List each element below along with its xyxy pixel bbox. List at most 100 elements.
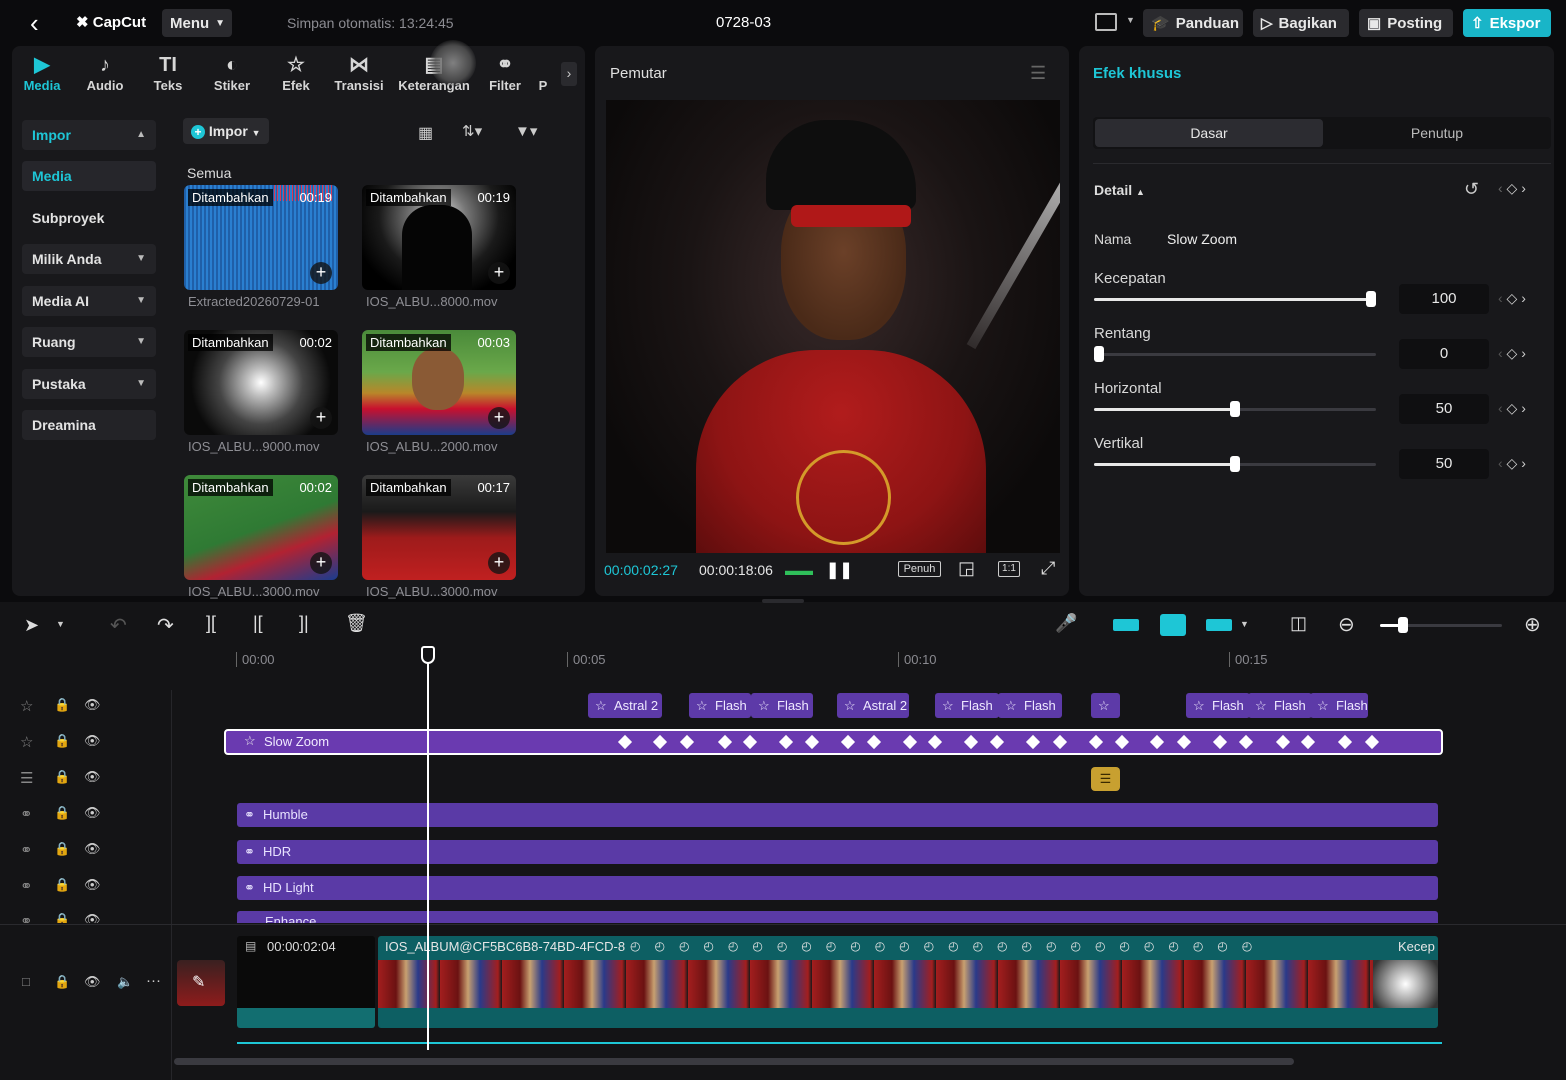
lock-icon[interactable]: 🔒: [54, 974, 70, 990]
filter-clip-enhance[interactable]: Enhance: [237, 911, 1438, 923]
sidebar-item-space[interactable]: Ruang ▼: [22, 327, 156, 357]
effect-chip[interactable]: ☆ Flash: [1310, 693, 1368, 718]
select-tool-icon[interactable]: ➤: [24, 615, 39, 636]
param-slider-knob[interactable]: [1366, 291, 1376, 307]
playhead[interactable]: [427, 648, 429, 1050]
lock-icon[interactable]: 🔒: [54, 697, 70, 715]
eye-icon[interactable]: 👁: [84, 769, 101, 787]
tab-audio[interactable]: ♪ Audio: [75, 52, 135, 98]
param-keyframe-icon[interactable]: ‹ ◇ ›: [1498, 290, 1526, 307]
layout-chevron-icon[interactable]: ▼: [1126, 15, 1135, 25]
pause-icon[interactable]: ❚❚: [826, 560, 853, 580]
cover-thumbnail[interactable]: ✎: [177, 960, 225, 1006]
param-keyframe-icon[interactable]: ‹ ◇ ›: [1498, 455, 1526, 472]
reset-icon[interactable]: ↺: [1464, 179, 1479, 200]
zoom-slider-knob[interactable]: [1398, 617, 1408, 633]
zoom-out-icon[interactable]: ⊖: [1338, 612, 1355, 637]
video-preview[interactable]: [606, 100, 1060, 553]
sidebar-item-library[interactable]: Pustaka ▼: [22, 369, 156, 399]
next-keyframe-icon[interactable]: ›: [1521, 455, 1526, 471]
add-icon[interactable]: +: [310, 407, 332, 429]
effect-chip[interactable]: ☆ Flash: [1186, 693, 1250, 718]
timeline-scrollbar[interactable]: [174, 1058, 1294, 1065]
lock-icon[interactable]: 🔒: [54, 841, 70, 859]
magnet-icon[interactable]: [1160, 614, 1186, 636]
param-value-field[interactable]: 50: [1399, 449, 1489, 479]
tab-basic[interactable]: Dasar: [1095, 119, 1323, 147]
eye-icon[interactable]: 👁: [84, 912, 101, 923]
delete-icon[interactable]: 🗑: [345, 613, 368, 634]
menu-button[interactable]: Menu ▼: [162, 9, 232, 37]
param-slider-knob[interactable]: [1230, 401, 1240, 417]
effect-chip[interactable]: ☆ Flash: [1248, 693, 1312, 718]
project-title[interactable]: 0728-03: [716, 14, 771, 31]
param-value-field[interactable]: 100: [1399, 284, 1489, 314]
export-button[interactable]: ⇧ Ekspor: [1463, 9, 1551, 37]
fullscreen-icon[interactable]: ⤢: [1041, 558, 1055, 579]
param-value-field[interactable]: 50: [1399, 394, 1489, 424]
tab-filter[interactable]: ⚭ Filter: [475, 52, 535, 98]
add-icon[interactable]: +: [488, 262, 510, 284]
lock-icon[interactable]: 🔒: [54, 769, 70, 787]
effect-chip[interactable]: ☆ Flash: [935, 693, 999, 718]
undo-icon[interactable]: ↶: [110, 613, 127, 638]
add-icon[interactable]: +: [310, 552, 332, 574]
more-options-icon[interactable]: ···: [146, 972, 161, 989]
effect-chip[interactable]: ☆ Astral 2: [588, 693, 662, 718]
next-keyframe-icon[interactable]: ›: [1521, 180, 1526, 196]
sidebar-item-media[interactable]: Media: [22, 161, 156, 191]
filter-clip-hd-light[interactable]: ⚭ HD Light: [237, 876, 1438, 900]
main-clip-video[interactable]: IOS_ALBUM@CF5BC6B8-74BD-4FCD-8 ◴◴◴◴◴◴◴◴◴…: [378, 936, 1438, 1028]
param-keyframe-icon[interactable]: ‹ ◇ ›: [1498, 345, 1526, 362]
lock-icon[interactable]: 🔒: [54, 877, 70, 895]
split-right-icon[interactable]: ]|: [299, 613, 309, 634]
media-item[interactable]: Ditambahkan 00:17 +: [362, 475, 516, 580]
next-keyframe-icon[interactable]: ›: [1521, 400, 1526, 416]
preview-axis-icon[interactable]: ◫: [1290, 613, 1307, 634]
filter-clip-hdr[interactable]: ⚭ HDR: [237, 840, 1438, 864]
lock-icon[interactable]: 🔒: [54, 805, 70, 823]
eye-icon[interactable]: 👁: [84, 974, 101, 990]
tab-transition[interactable]: ⋈ Transisi: [329, 52, 389, 98]
tab-media[interactable]: ▶ Media: [12, 52, 72, 98]
filter-clip-humble[interactable]: ⚭ Humble: [237, 803, 1438, 827]
split-icon[interactable]: ][: [206, 613, 216, 634]
add-icon[interactable]: +: [488, 552, 510, 574]
param-slider-knob[interactable]: [1230, 456, 1240, 472]
grid-view-icon[interactable]: ▦: [418, 123, 433, 143]
media-item[interactable]: Ditambahkan 00:02 +: [184, 330, 338, 435]
eye-icon[interactable]: 👁: [84, 805, 101, 823]
next-keyframe-icon[interactable]: ›: [1521, 345, 1526, 361]
playhead-handle[interactable]: [421, 646, 435, 664]
microphone-icon[interactable]: 🎤: [1055, 613, 1077, 634]
sidebar-item-ai-media[interactable]: Media AI ▼: [22, 286, 156, 316]
main-clip-black[interactable]: ▤ 00:00:02:04: [237, 936, 375, 1028]
layout-icon[interactable]: [1095, 13, 1117, 31]
effect-chip[interactable]: ☆ Flash: [689, 693, 751, 718]
eye-icon[interactable]: 👁: [84, 877, 101, 895]
media-item[interactable]: Ditambahkan 00:19 +: [184, 185, 338, 290]
zoom-fit-icon[interactable]: ◲: [958, 558, 975, 579]
back-icon[interactable]: ‹: [30, 8, 39, 39]
sidebar-item-subproject[interactable]: Subproyek: [22, 203, 156, 233]
sort-icon[interactable]: ⇅▾: [462, 122, 482, 140]
adjustment-clip[interactable]: ☰: [1091, 767, 1120, 791]
slow-zoom-clip[interactable]: ☆ Slow Zoom: [224, 729, 1443, 755]
tab-text[interactable]: TI Teks: [138, 52, 198, 98]
full-quality-button[interactable]: Penuh: [898, 561, 941, 577]
tab-effects[interactable]: ☆ Efek: [266, 52, 326, 98]
prev-keyframe-icon[interactable]: ‹: [1498, 400, 1503, 416]
guide-button[interactable]: 🎓 Panduan: [1143, 9, 1243, 37]
link-main-track-icon[interactable]: [1113, 619, 1139, 631]
lock-icon[interactable]: 🔒: [54, 733, 70, 751]
effect-chip[interactable]: ☆: [1091, 693, 1120, 718]
next-keyframe-icon[interactable]: ›: [1521, 290, 1526, 306]
detail-header[interactable]: Detail ▲: [1094, 182, 1145, 198]
share-button[interactable]: ▷ Bagikan: [1253, 9, 1349, 37]
add-icon[interactable]: +: [488, 407, 510, 429]
link-clips-icon[interactable]: [1206, 619, 1232, 631]
mute-icon[interactable]: 🔈: [117, 974, 133, 990]
eye-icon[interactable]: 👁: [84, 697, 101, 715]
select-tool-chevron-icon[interactable]: ▼: [56, 619, 65, 629]
prev-keyframe-icon[interactable]: ‹: [1498, 180, 1503, 196]
